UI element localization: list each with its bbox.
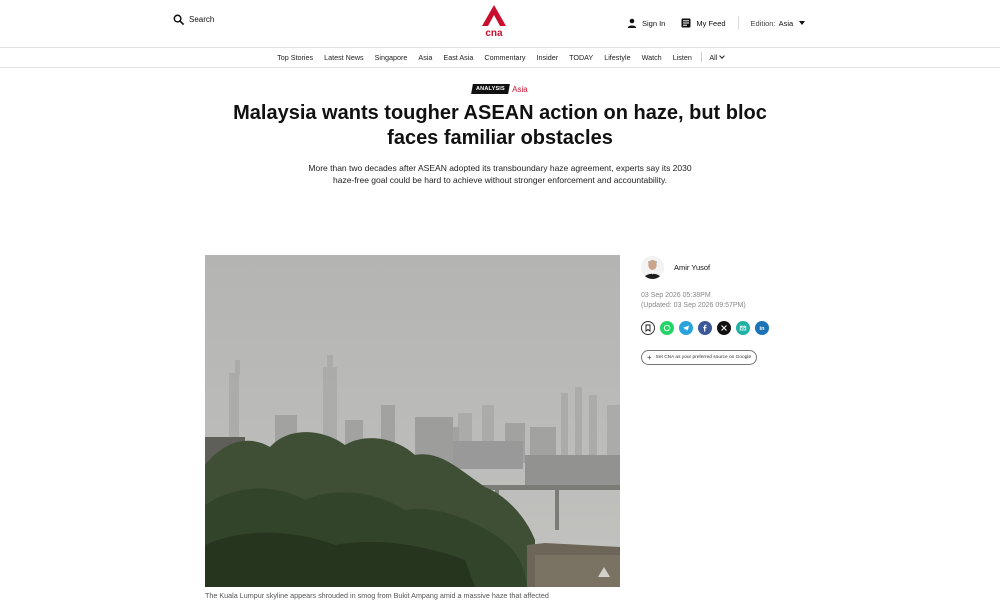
email-share-button[interactable] bbox=[736, 321, 750, 335]
sign-in-label: Sign In bbox=[642, 18, 666, 28]
hazy-skyline-image bbox=[205, 255, 620, 587]
header-divider bbox=[737, 16, 739, 30]
author-byline[interactable]: Amir Yusof bbox=[641, 256, 710, 279]
search-icon bbox=[173, 14, 184, 25]
nav-item-latest-news[interactable]: Latest News bbox=[319, 53, 370, 62]
linkedin-icon: in bbox=[760, 326, 766, 332]
header-tools: Sign In My Feed Edition: Asia bbox=[627, 16, 806, 30]
my-feed-label: My Feed bbox=[696, 18, 726, 28]
edition-selector[interactable]: Edition: Asia bbox=[751, 19, 806, 28]
article-tags: ANALYSIS Asia bbox=[0, 84, 1000, 94]
plus-icon: + bbox=[647, 352, 652, 362]
nav-item-insider[interactable]: Insider bbox=[531, 53, 564, 62]
analysis-badge: ANALYSIS bbox=[471, 84, 511, 94]
email-icon bbox=[739, 325, 747, 331]
article-standfirst: More than two decades after ASEAN adopte… bbox=[308, 163, 692, 185]
author-name: Amir Yusof bbox=[674, 263, 711, 272]
article-dates: 03 Sep 2026 05:38PM (Updated: 03 Sep 202… bbox=[641, 291, 746, 311]
nav-divider-line bbox=[0, 67, 1000, 68]
chevron-down-icon bbox=[719, 53, 726, 59]
edition-label: Edition: bbox=[750, 18, 776, 28]
hero-image bbox=[205, 255, 620, 587]
svg-text:in: in bbox=[760, 326, 766, 332]
published-date: 03 Sep 2026 05:38PM bbox=[641, 292, 711, 299]
top-bar: Search cna Sign In My Feed Edition: Asia bbox=[0, 0, 1000, 47]
nav-list: Top Stories Latest News Singapore Asia E… bbox=[272, 52, 726, 62]
cna-logo-mark: cna bbox=[482, 5, 506, 39]
bookmark-button[interactable] bbox=[641, 321, 655, 335]
author-photo bbox=[641, 256, 664, 279]
category-link[interactable]: Asia bbox=[512, 85, 528, 94]
nav-item-watch[interactable]: Watch bbox=[636, 53, 667, 62]
sign-in-button[interactable]: Sign In bbox=[627, 18, 665, 28]
caret-down-icon bbox=[799, 21, 806, 25]
nav-item-today[interactable]: TODAY bbox=[564, 53, 599, 62]
bookmark-icon bbox=[645, 324, 651, 332]
linkedin-share-button[interactable]: in bbox=[755, 321, 769, 335]
share-bar: in bbox=[641, 321, 769, 335]
nav-item-commentary[interactable]: Commentary bbox=[479, 53, 531, 62]
analysis-badge-label: ANALYSIS bbox=[476, 86, 506, 92]
nav-item-top-stories[interactable]: Top Stories bbox=[272, 53, 319, 62]
nav-item-listen[interactable]: Listen bbox=[667, 53, 697, 62]
nav-all-label: All bbox=[709, 52, 718, 62]
whatsapp-share-button[interactable] bbox=[660, 321, 674, 335]
x-share-button[interactable] bbox=[717, 321, 731, 335]
my-feed-button[interactable]: My Feed bbox=[681, 18, 726, 28]
telegram-share-button[interactable] bbox=[679, 321, 693, 335]
article-headline: Malaysia wants tougher ASEAN action on h… bbox=[233, 102, 767, 149]
search-button[interactable]: Search bbox=[173, 14, 214, 25]
author-avatar bbox=[641, 256, 664, 279]
logo-text: cna bbox=[485, 28, 503, 37]
feed-icon bbox=[681, 18, 691, 28]
image-caption: The Kuala Lumpur skyline appears shroude… bbox=[205, 591, 549, 600]
search-label: Search bbox=[189, 15, 215, 24]
nav-item-singapore[interactable]: Singapore bbox=[369, 53, 413, 62]
google-preferred-source-button[interactable]: + Set CNA as your preferred source on Go… bbox=[641, 350, 758, 365]
nav-divider bbox=[701, 52, 703, 62]
x-icon bbox=[721, 325, 727, 331]
facebook-share-button[interactable] bbox=[698, 321, 712, 335]
updated-date: (Updated: 03 Sep 2026 09:57PM) bbox=[641, 302, 746, 309]
facebook-icon bbox=[703, 324, 707, 332]
cna-logo[interactable]: cna bbox=[481, 5, 507, 39]
google-source-label: Set CNA as your preferred source on Goog… bbox=[655, 355, 752, 360]
edition-value: Asia bbox=[778, 18, 794, 28]
nav-item-east-asia[interactable]: East Asia bbox=[438, 53, 479, 62]
telegram-icon bbox=[683, 325, 689, 331]
nav-all-menu[interactable]: All bbox=[705, 52, 726, 62]
user-icon bbox=[627, 18, 637, 28]
nav-item-asia[interactable]: Asia bbox=[413, 53, 438, 62]
nav-item-lifestyle[interactable]: Lifestyle bbox=[599, 53, 636, 62]
whatsapp-icon bbox=[663, 324, 671, 332]
main-nav: Top Stories Latest News Singapore Asia E… bbox=[0, 47, 1000, 67]
